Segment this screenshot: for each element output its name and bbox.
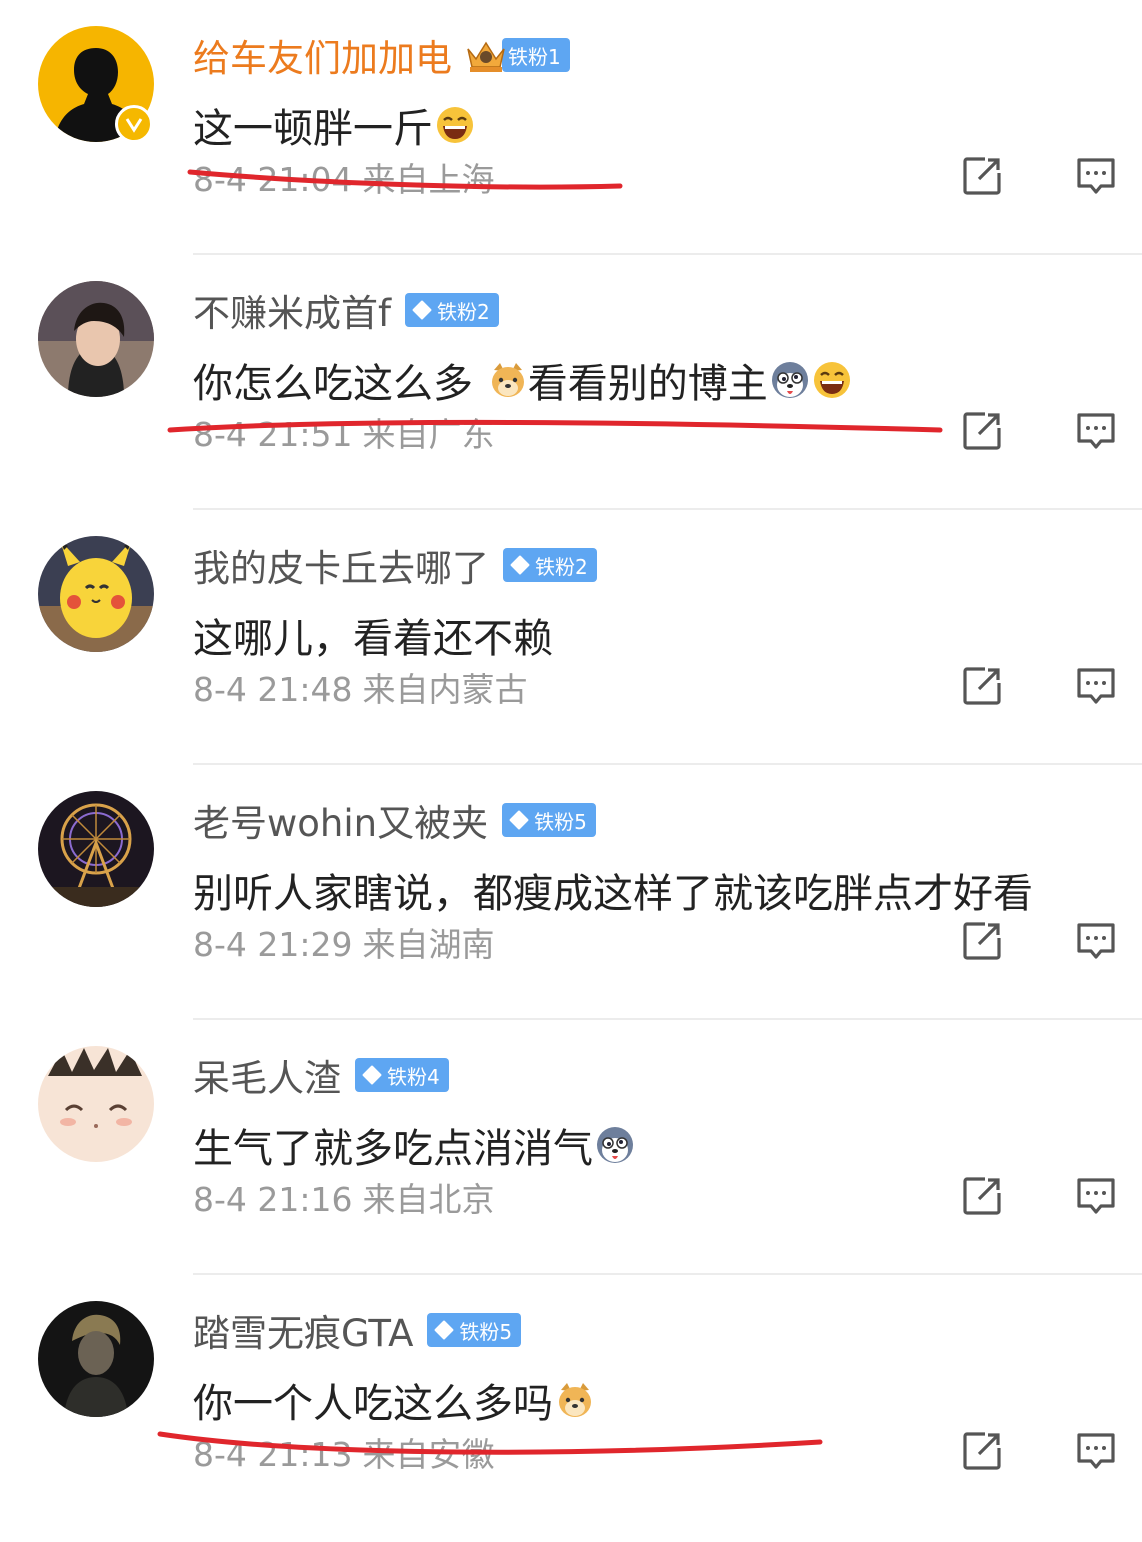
reply-icon[interactable] (1075, 410, 1117, 452)
diamond-icon (509, 810, 529, 830)
username[interactable]: 呆毛人渣 (193, 1048, 341, 1102)
comment-time: 8-4 21:04 (193, 160, 353, 199)
share-icon[interactable] (961, 410, 1003, 452)
fan-badge-label: 铁粉1 (508, 44, 561, 69)
comment-text: 这哪儿，看着还不赖 (193, 616, 553, 662)
avatar-photo-icon (38, 281, 154, 397)
fan-badge: 铁粉2 (405, 293, 499, 327)
verified-badge-icon (115, 105, 153, 143)
username[interactable]: 给车友们加加电 (193, 28, 452, 82)
comment-text: 你怎么吃这么多 (193, 361, 486, 407)
reply-icon[interactable] (1075, 1175, 1117, 1217)
avatar[interactable] (38, 791, 154, 907)
comment-location: 来自内蒙古 (362, 670, 528, 709)
husky-emoji-icon (770, 360, 810, 400)
username[interactable]: 老号wohin又被夹 (193, 793, 488, 847)
comment-time: 8-4 21:48 (193, 670, 353, 709)
fan-badge: 铁粉5 (502, 803, 596, 837)
comment-item: 老号wohin又被夹 铁粉5 别听人家瞎说，都瘦成这样了就该吃胖点才好看 8-4… (0, 765, 1142, 1020)
share-icon[interactable] (961, 1430, 1003, 1472)
comment-item: 不赚米成首f 铁粉2 你怎么吃这么多 看看别的博主 8-4 21:51 来自广东 (0, 255, 1142, 510)
comment-location: 来自北京 (362, 1180, 495, 1219)
avatar-dark-character-icon (38, 1301, 154, 1417)
comment-text: 这一顿胖一斤 (193, 106, 433, 152)
fan-badge: 铁粉5 (427, 1313, 522, 1347)
husky-emoji-icon (595, 1125, 635, 1165)
comment-time: 8-4 21:16 (193, 1180, 353, 1219)
comment-text: 生气了就多吃点消消气 (193, 1126, 593, 1172)
reply-icon[interactable] (1075, 155, 1117, 197)
reply-icon[interactable] (1075, 920, 1117, 962)
comment-text: 你一个人吃这么多吗 (193, 1381, 553, 1427)
avatar-pikachu-icon (38, 536, 154, 652)
laugh-emoji-icon (812, 360, 852, 400)
comment-location: 来自湖南 (362, 925, 495, 964)
reply-icon[interactable] (1075, 665, 1117, 707)
comment-item: 我的皮卡丘去哪了 铁粉2 这哪儿，看着还不赖 8-4 21:48 来自内蒙古 (0, 510, 1142, 765)
comment-time: 8-4 21:13 (193, 1435, 353, 1474)
crown-icon (464, 35, 508, 75)
reply-icon[interactable] (1075, 1430, 1117, 1472)
comment-item: 给车友们加加电 铁粉1 这一顿胖一斤 8-4 21:04 来自上海 (0, 0, 1142, 255)
username[interactable]: 踏雪无痕GTA (193, 1303, 413, 1357)
comment-time: 8-4 21:29 (193, 925, 353, 964)
avatar-anime-face-icon (38, 1046, 154, 1162)
share-icon[interactable] (961, 155, 1003, 197)
diamond-icon (434, 1320, 455, 1340)
avatar[interactable] (38, 536, 154, 652)
share-icon[interactable] (961, 920, 1003, 962)
comment-location: 来自上海 (362, 160, 495, 199)
laugh-emoji-icon (435, 105, 475, 145)
fan-badge-label: 铁粉5 (534, 809, 587, 834)
avatar-ferris-wheel-icon (38, 791, 154, 907)
share-icon[interactable] (961, 665, 1003, 707)
fan-badge: 铁粉1 (502, 38, 570, 72)
diamond-icon (510, 555, 530, 575)
username[interactable]: 不赚米成首f (193, 283, 391, 337)
comment-text-continued: 看看别的博主 (527, 361, 768, 407)
avatar[interactable] (38, 1301, 154, 1417)
fan-badge-label: 铁粉2 (535, 554, 588, 579)
doge-emoji-icon (488, 360, 528, 400)
diamond-icon (362, 1065, 382, 1085)
comment-item: 踏雪无痕GTA 铁粉5 你一个人吃这么多吗 8-4 21:13 来自安徽 (0, 1275, 1142, 1530)
fan-badge: 铁粉4 (355, 1058, 449, 1092)
fan-badge-label: 铁粉2 (437, 299, 490, 324)
share-icon[interactable] (961, 1175, 1003, 1217)
doge-emoji-icon (555, 1380, 595, 1420)
fan-badge-label: 铁粉4 (387, 1064, 440, 1089)
comment-text: 别听人家瞎说，都瘦成这样了就该吃胖点才好看 (193, 871, 1033, 917)
comment-location: 来自广东 (362, 415, 495, 454)
comment-location: 来自安徽 (362, 1435, 495, 1474)
avatar[interactable] (38, 1046, 154, 1162)
fan-badge: 铁粉2 (503, 548, 597, 582)
avatar[interactable] (38, 281, 154, 397)
username[interactable]: 我的皮卡丘去哪了 (193, 538, 489, 592)
diamond-icon (412, 300, 432, 320)
fan-badge-label: 铁粉5 (459, 1319, 513, 1344)
comment-time: 8-4 21:51 (193, 415, 353, 454)
comment-item: 呆毛人渣 铁粉4 生气了就多吃点消消气 8-4 21:16 来自北京 (0, 1020, 1142, 1275)
